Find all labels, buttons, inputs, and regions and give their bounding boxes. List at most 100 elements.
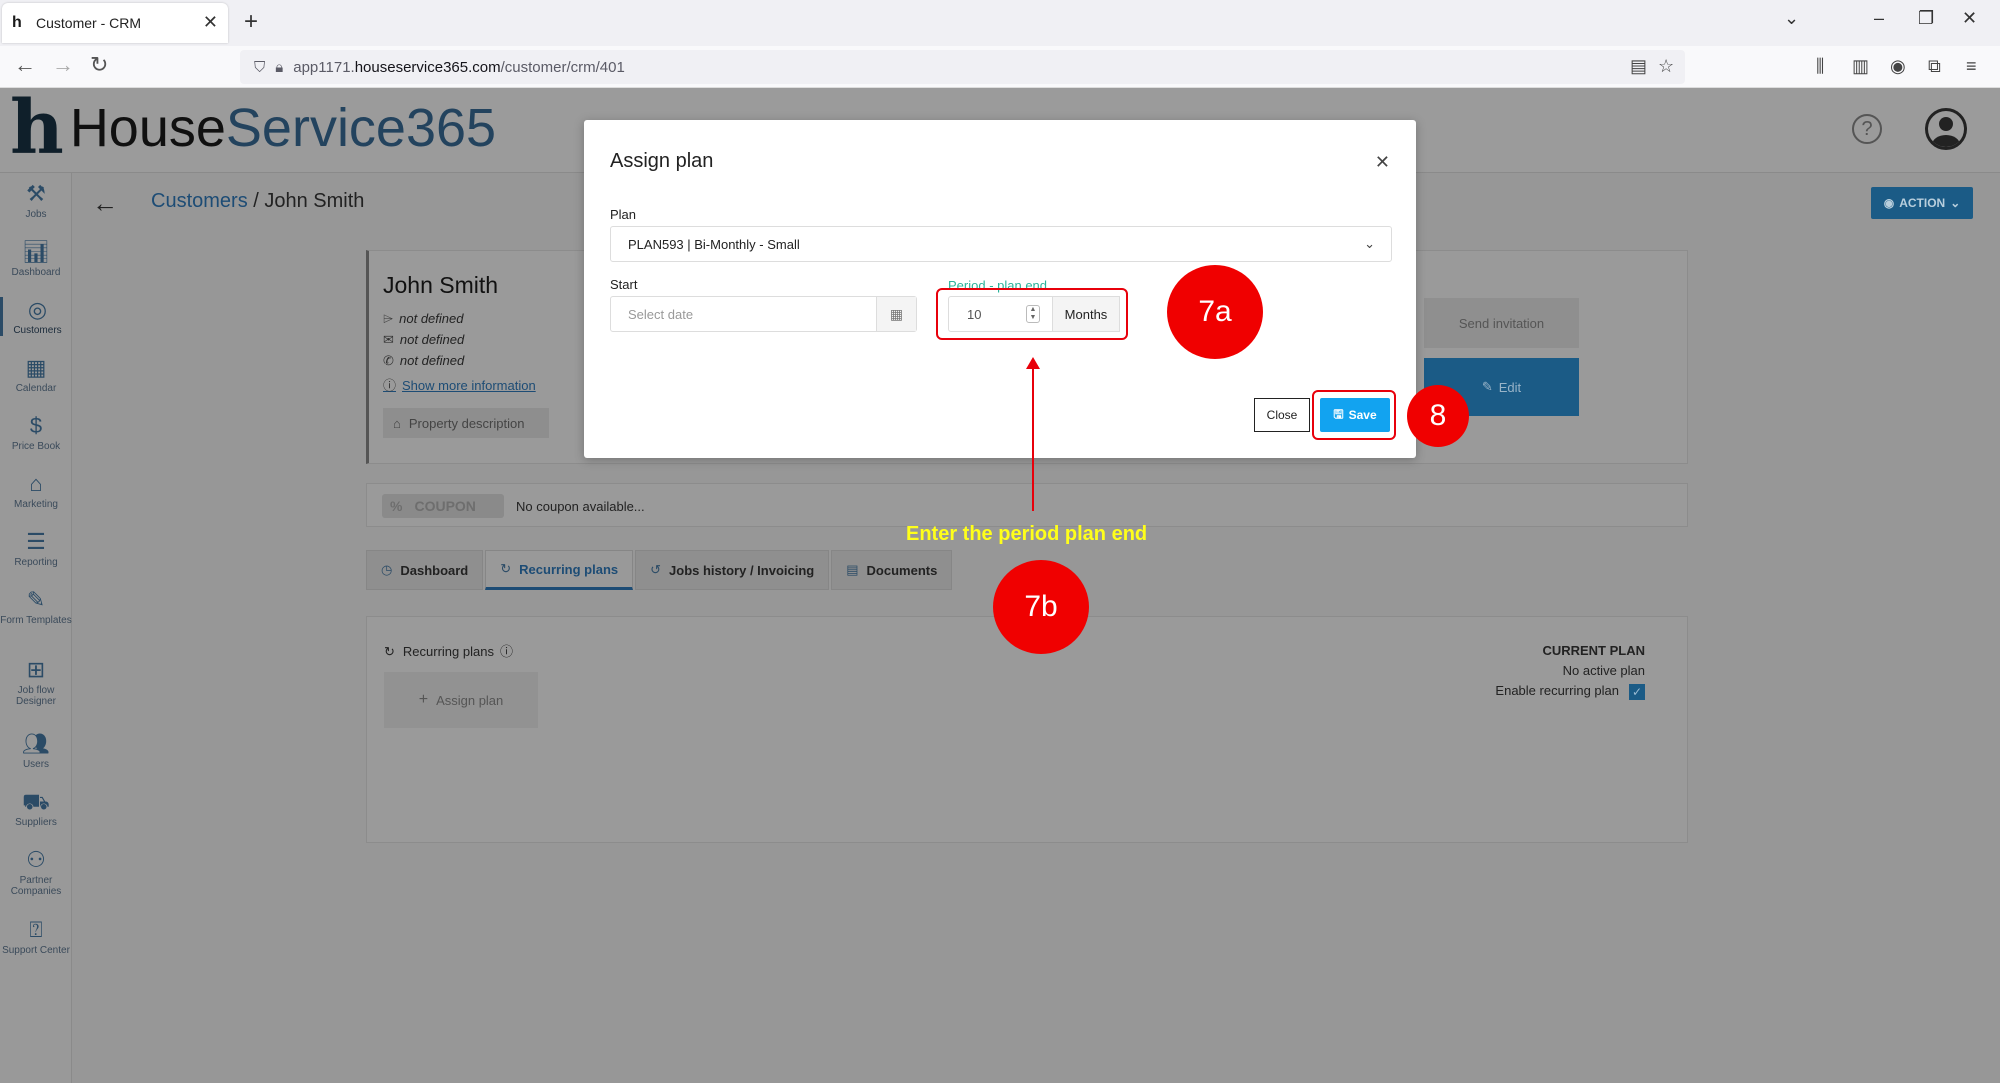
new-tab-icon[interactable]: + — [244, 8, 258, 36]
browser-tabbar: h Customer - CRM ✕ + ⌄ – ❐ ✕ — [0, 0, 2000, 46]
enable-recurring-checkbox[interactable]: ✓ — [1629, 683, 1645, 700]
logo-text-service: Service365 — [225, 98, 497, 158]
tab-documents[interactable]: ▤ Documents — [831, 550, 953, 590]
show-more-link[interactable]: ⓘ Show more information — [383, 375, 536, 394]
sidebar-item-dashboard[interactable]: 📊︎ Dashboard — [0, 239, 72, 278]
tab-jobs-history[interactable]: ↺ Jobs history / Invoicing — [635, 550, 830, 590]
tab-title: Customer - CRM — [36, 15, 142, 31]
sidebar-item-calendar[interactable]: ▦ Calendar — [0, 355, 72, 394]
bookmark-star-icon[interactable]: ☆ — [1658, 56, 1674, 77]
enable-recurring-row: Enable recurring plan ✓ — [1495, 681, 1645, 701]
recurring-plans-title: ↻ Recurring plans ⓘ — [384, 641, 513, 660]
assign-plan-label: Assign plan — [436, 692, 504, 708]
close-tab-icon[interactable]: ✕ — [203, 12, 218, 33]
coupon-label: COUPON — [414, 498, 476, 514]
sidebar-item-label: Job flow Designer — [15, 685, 57, 707]
sidebar-item-label: Suppliers — [15, 817, 57, 828]
user-avatar-icon[interactable] — [1925, 108, 1967, 150]
forward-icon[interactable]: → — [52, 52, 74, 78]
sidebar-item-jobs[interactable]: ⚒ Jobs — [0, 181, 72, 220]
tab-label: Dashboard — [400, 562, 469, 578]
sidebar-item-label: Jobs — [25, 209, 47, 220]
annotation-arrow — [1032, 363, 1034, 511]
sidebar-item-marketing[interactable]: ⌂ Marketing — [0, 471, 72, 510]
info-row-email: ✉ not defined — [383, 332, 464, 348]
account-icon[interactable]: ◉ — [1890, 56, 1906, 77]
info-icon[interactable]: ⓘ — [500, 644, 513, 659]
close-window-icon[interactable]: ✕ — [1962, 8, 1977, 29]
help-icon: ⍰ — [29, 917, 43, 942]
edit-label: Edit — [1498, 379, 1522, 395]
property-description-button[interactable]: ⌂ Property description — [383, 408, 549, 438]
reload-icon[interactable]: ↻ — [90, 52, 108, 78]
close-button[interactable]: Close — [1254, 398, 1310, 432]
info-row-tag: ⌲ not defined — [383, 311, 463, 327]
sidebar-item-customers[interactable]: ◎ Customers — [0, 297, 72, 336]
back-icon[interactable]: ← — [14, 52, 36, 78]
callout-7a: 7a — [1167, 265, 1263, 359]
envelope-icon: ✉ — [383, 332, 394, 347]
action-button[interactable]: ◉ ACTION ⌄ — [1871, 187, 1973, 219]
reader-icon[interactable]: ▤ — [1630, 56, 1647, 77]
breadcrumb-customers-link[interactable]: Customers — [151, 190, 248, 212]
callout-7b: 7b — [993, 560, 1089, 654]
coupon-tag: % COUPON — [382, 494, 504, 518]
calendar-icon[interactable]: ▦ — [876, 297, 916, 331]
sidebar-item-users[interactable]: 👥︎ Users — [0, 731, 72, 770]
sidebar-item-job-flow[interactable]: ⊞ Job flow Designer — [0, 657, 72, 707]
annotation-arrow-head — [1026, 357, 1040, 369]
home-icon: ⌂ — [393, 415, 401, 431]
url-host: houseservice365.com — [354, 58, 501, 76]
assign-plan-button[interactable]: + Assign plan — [384, 672, 538, 728]
chevron-down-icon: ⌄ — [1364, 236, 1375, 251]
callout-8: 8 — [1407, 385, 1469, 447]
calendar-icon: ▦ — [25, 355, 47, 380]
sidebar-item-label: Price Book — [11, 441, 61, 452]
tag-icon: ⌂ — [29, 471, 43, 496]
minimize-icon[interactable]: – — [1874, 8, 1884, 29]
report-icon: ☰ — [26, 529, 46, 554]
sidebar-item-support-center[interactable]: ⍰ Support Center — [0, 917, 72, 956]
close-icon[interactable]: ✕ — [1375, 152, 1390, 173]
sidebar-item-suppliers[interactable]: ⛟ Suppliers — [0, 789, 72, 828]
help-icon[interactable]: ? — [1852, 114, 1882, 144]
tab-recurring-plans[interactable]: ↻ Recurring plans — [485, 550, 634, 590]
target-icon: ◎ — [27, 297, 48, 322]
info-value: not defined — [399, 311, 464, 326]
browser-tab[interactable]: h Customer - CRM ✕ — [2, 3, 228, 43]
highlight-save — [1312, 390, 1396, 440]
tab-dashboard[interactable]: ◷ Dashboard — [366, 550, 484, 590]
plan-select[interactable]: PLAN593 | Bi-Monthly - Small ⌄ — [610, 226, 1392, 262]
send-invitation-button[interactable]: Send invitation — [1424, 298, 1579, 348]
sidebar-item-form-templates[interactable]: ✎ Form Templates — [0, 587, 72, 626]
url-bar[interactable]: ⛉ 🔒︎ app1171. houseservice365.com/custome… — [240, 50, 1685, 84]
refresh-icon: ↻ — [500, 561, 512, 576]
plan-label: Plan — [610, 207, 637, 222]
flow-icon: ⊞ — [26, 657, 46, 682]
start-date-placeholder: Select date — [628, 306, 694, 322]
sidebar-item-price-book[interactable]: $ Price Book — [0, 413, 72, 452]
current-plan-heading: CURRENT PLAN — [1542, 643, 1645, 658]
modal-title: Assign plan — [610, 150, 714, 172]
url-path: /customer/crm/401 — [500, 58, 625, 76]
restore-icon[interactable]: ❐ — [1918, 8, 1934, 29]
document-icon: ▤ — [846, 562, 859, 577]
sidebar-toggle-icon[interactable]: ▥ — [1852, 56, 1869, 77]
refresh-icon: ↻ — [384, 644, 395, 659]
breadcrumb: Customers / John Smith — [151, 190, 364, 213]
library-icon[interactable]: ⫼ — [1816, 56, 1824, 77]
extensions-icon[interactable]: ⧉ — [1928, 56, 1941, 77]
sidebar-item-partner-companies[interactable]: ⚇ Partner Companies — [0, 847, 72, 897]
menu-icon[interactable]: ≡ — [1966, 56, 1977, 77]
back-arrow-icon[interactable]: ← — [92, 188, 118, 219]
start-label: Start — [610, 277, 638, 292]
enable-recurring-label: Enable recurring plan — [1495, 683, 1619, 698]
start-date-input[interactable]: Select date ▦ — [610, 296, 917, 332]
plan-select-value: PLAN593 | Bi-Monthly - Small — [628, 236, 800, 252]
property-label: Property description — [408, 415, 525, 431]
sidebar: ⚒ Jobs 📊︎ Dashboard ◎ Customers ▦ Calendar $… — [0, 173, 72, 1083]
logo[interactable]: h House Service365 — [10, 91, 497, 165]
tab-list-icon[interactable]: ⌄ — [1784, 8, 1799, 29]
recurring-title-label: Recurring plans — [402, 644, 494, 659]
sidebar-item-reporting[interactable]: ☰ Reporting — [0, 529, 72, 568]
